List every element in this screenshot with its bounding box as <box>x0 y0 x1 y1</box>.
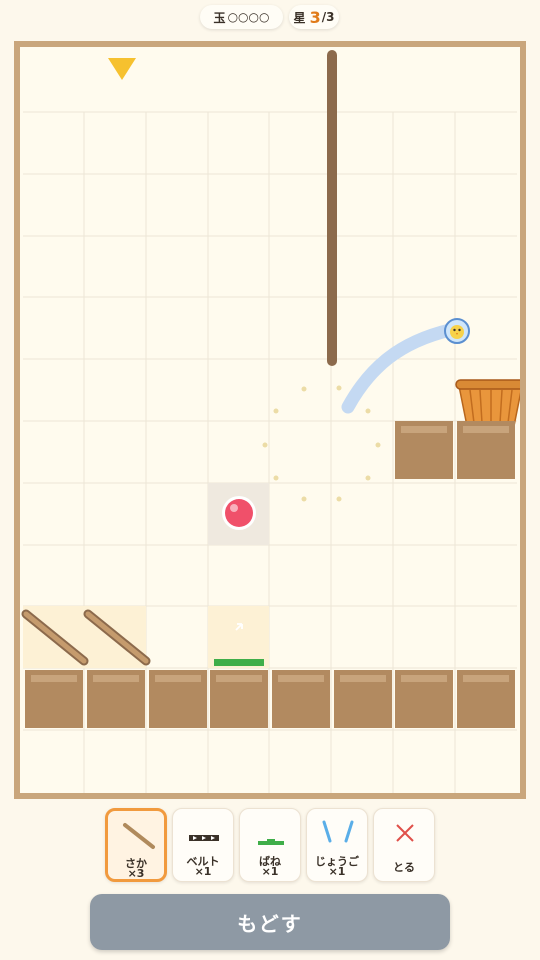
red-ball[interactable] <box>222 496 256 530</box>
chick-marble-icon <box>444 318 470 344</box>
stars-total: /3 <box>321 10 335 24</box>
tool-remove-label: とる <box>393 861 415 874</box>
drop-point-marker <box>108 58 136 80</box>
funnel-icon <box>322 820 354 843</box>
hud: 玉 ○○○○ 星 3 /3 <box>0 5 540 29</box>
predicted-trajectory <box>341 323 457 414</box>
stars-current: 3 <box>309 7 321 27</box>
balls-marks: ○○○○ <box>227 10 270 24</box>
tool-funnel-count: ×1 <box>328 865 346 878</box>
balls-remaining-indicator: 玉 ○○○○ <box>200 5 283 29</box>
wooden-pole <box>327 50 337 366</box>
stars-label: 星 <box>293 10 306 25</box>
floor-block-row <box>25 670 515 728</box>
sparkle-dots <box>262 385 381 502</box>
belt-icon <box>189 835 219 841</box>
slope-icon <box>123 823 155 849</box>
tool-spring-count: ×1 <box>261 865 279 878</box>
tool-remove[interactable]: とる <box>373 808 435 882</box>
undo-button[interactable]: もどす <box>90 894 450 950</box>
goal-basket <box>455 379 520 427</box>
tool-funnel[interactable]: じょうご ×1 <box>306 808 368 882</box>
remove-icon <box>396 824 414 842</box>
tool-spring[interactable]: ばね ×1 <box>239 808 301 882</box>
tool-belt[interactable]: ベルト ×1 <box>172 808 234 882</box>
game-board[interactable] <box>14 41 526 799</box>
tool-palette: さか ×3 ベルト ×1 ばね ×1 じょうご ×1 とる <box>0 808 540 882</box>
board-canvas <box>21 50 520 793</box>
tool-slope[interactable]: さか ×3 <box>105 808 167 882</box>
spring-icon <box>258 839 284 845</box>
balls-label: 玉 <box>213 10 226 25</box>
tool-belt-count: ×1 <box>194 865 212 878</box>
stars-indicator: 星 3 /3 <box>289 5 339 29</box>
tool-slope-count: ×3 <box>127 867 145 880</box>
spring-cell-highlight <box>208 606 269 668</box>
